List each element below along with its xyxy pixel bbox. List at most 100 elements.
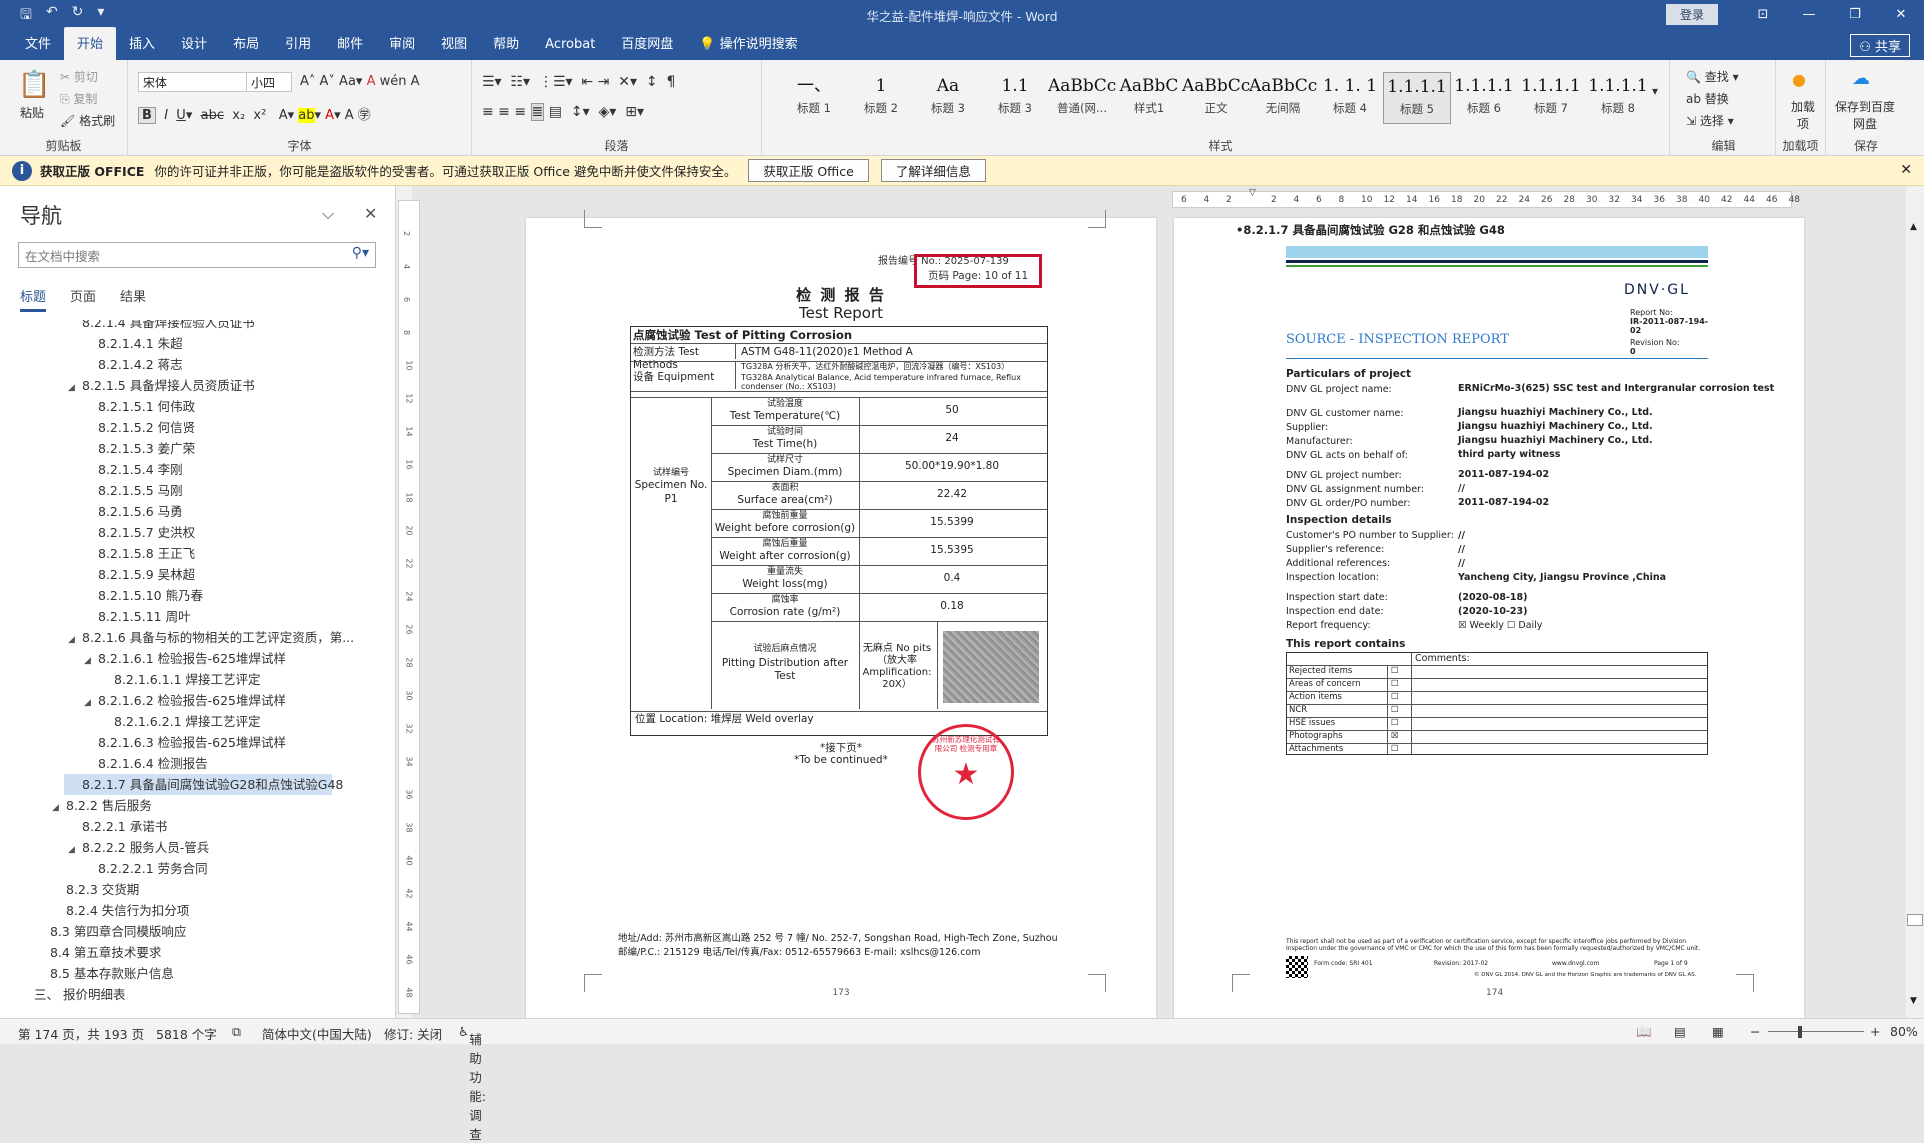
nav-item[interactable]: 8.2.1.4.1 朱超 (84, 333, 183, 354)
style-item[interactable]: 1.1.1.1 标题 8 (1584, 72, 1652, 124)
tab-3[interactable]: 设计 (168, 33, 220, 60)
zoom-level[interactable]: 80% (1890, 1024, 1918, 1039)
nav-item[interactable]: 8.2.1.5.5 马刚 (84, 480, 183, 501)
search-icon[interactable]: ⚲▾ (352, 245, 369, 261)
learn-more-button[interactable]: 了解详细信息 (880, 159, 986, 182)
zoom-slider[interactable] (1768, 1031, 1864, 1032)
web-layout-icon[interactable]: ▦ (1712, 1024, 1724, 1039)
nav-tab-1[interactable]: 页面 (70, 286, 96, 312)
nav-search-input[interactable]: 在文档中搜索 ⚲▾ (18, 242, 376, 268)
style-item[interactable]: 1.1.1.1 标题 6 (1450, 72, 1518, 124)
nav-item[interactable]: 8.5 基本存款账户信息 (36, 963, 174, 984)
style-item[interactable]: Aa 标题 3 (914, 72, 982, 124)
zoom-slider-thumb[interactable] (1798, 1026, 1802, 1038)
get-office-button[interactable]: 获取正版 Office (748, 159, 869, 182)
nav-tab-2[interactable]: 结果 (120, 286, 146, 312)
scroll-up-icon[interactable]: ▲ (1910, 222, 1917, 232)
style-item[interactable]: AaBbC 样式1 (1115, 72, 1183, 124)
nav-item[interactable]: 8.2.1.5.1 何伟政 (84, 396, 195, 417)
nav-item[interactable]: ◢ 8.2.1.5 具备焊接人员资质证书 (68, 375, 255, 396)
copy-button[interactable]: ⎘ 复制 (60, 90, 97, 107)
word-count[interactable]: 5818 个字 (156, 1024, 217, 1043)
language-status[interactable]: 简体中文(中国大陆) (262, 1024, 372, 1043)
nav-item[interactable]: 8.2.1.5.4 李刚 (84, 459, 183, 480)
nav-item[interactable]: 8.2.1.6.1.1 焊接工艺评定 (100, 669, 261, 690)
tab-9[interactable]: 帮助 (480, 33, 532, 60)
nav-item[interactable]: 8.2.1.6.3 检验报告-625堆焊试样 (84, 732, 286, 753)
find-button[interactable]: 🔍 查找 ▾ (1686, 68, 1739, 85)
nav-item[interactable]: 8.4 第五章技术要求 (36, 942, 161, 963)
style-item[interactable]: 1.1.1.1 标题 7 (1517, 72, 1585, 124)
scroll-down-icon[interactable]: ▼ (1910, 996, 1917, 1006)
nav-item[interactable]: 8.2.3 交货期 (52, 879, 139, 900)
document-scrollbar[interactable]: ▲ ▼ (1906, 186, 1924, 1018)
share-button[interactable]: ⚇ 共享 (1850, 34, 1910, 57)
style-item[interactable]: 1 标题 2 (847, 72, 915, 124)
style-item[interactable]: 1.1 标题 3 (981, 72, 1049, 124)
nav-item[interactable]: ◢ 8.2.1.6.1 检验报告-625堆焊试样 (84, 648, 286, 669)
align-buttons[interactable]: ≡ ≡ ≡ ≣ ▤ ↕▾ ◈▾ ⊞▾ (482, 103, 644, 121)
nav-item[interactable]: 8.2.1.6.2.1 焊接工艺评定 (100, 711, 261, 732)
indent-marker-icon[interactable]: ▽ (1249, 188, 1256, 198)
accessibility-status[interactable]: ♿ 辅助功能: 调查 (458, 1024, 486, 1142)
zoom-in-icon[interactable]: + (1870, 1024, 1880, 1039)
font-format-buttons[interactable]: B I U▾ abc x₂ x² A▾ ab▾ A▾ A ㊫ (138, 104, 371, 124)
read-mode-icon[interactable]: 📖 (1636, 1024, 1652, 1040)
nav-item[interactable]: ◢ 8.2.1.6.2 检验报告-625堆焊试样 (84, 690, 286, 711)
addin-button[interactable]: 加载项 (1788, 98, 1818, 132)
nav-item[interactable]: 8.2.1.6.4 检测报告 (84, 753, 208, 774)
tab-12[interactable]: 💡 操作说明搜索 (686, 33, 810, 60)
nav-item[interactable]: ◢ 8.2.2.2 服务人员-管兵 (68, 837, 209, 858)
nav-item[interactable]: 8.2.1.4.2 蒋志 (84, 354, 183, 375)
tab-6[interactable]: 邮件 (324, 33, 376, 60)
expand-triangle-icon[interactable]: ◢ (84, 693, 98, 714)
nav-item[interactable]: 8.3 第四章合同模版响应 (36, 921, 186, 942)
font-size-combo[interactable]: 小四 (246, 72, 292, 92)
expand-triangle-icon[interactable]: ◢ (68, 630, 82, 651)
nav-item[interactable]: 8.2.1.5.11 周叶 (84, 606, 191, 627)
cloud-icon[interactable]: ☁ (1852, 68, 1870, 89)
nav-item[interactable]: 8.2.2.1 承诺书 (68, 816, 167, 837)
nav-item[interactable]: 8.2.4 失信行为扣分项 (52, 900, 189, 921)
nav-item[interactable]: ◢ 8.2.2 售后服务 (52, 795, 152, 816)
minimize-icon[interactable]: — (1786, 7, 1832, 22)
tab-4[interactable]: 布局 (220, 33, 272, 60)
proofing-icon[interactable]: ⧉ (232, 1024, 241, 1040)
page-count[interactable]: 第 174 页，共 193 页 (18, 1024, 144, 1043)
tab-1[interactable]: 开始 (64, 27, 117, 60)
nav-item[interactable]: 8.2.1.5.8 王正飞 (84, 543, 195, 564)
track-changes-status[interactable]: 修订: 关闭 (384, 1024, 442, 1043)
tab-2[interactable]: 插入 (116, 33, 168, 60)
print-layout-icon[interactable]: ▤ (1674, 1024, 1686, 1039)
style-item[interactable]: AaBbCcI 普通(网... (1048, 72, 1116, 124)
addin-icon[interactable]: ● (1792, 70, 1806, 89)
style-item[interactable]: AaBbCcDdI正文 (1182, 72, 1250, 124)
expand-triangle-icon[interactable]: ◢ (68, 378, 82, 399)
tab-5[interactable]: 引用 (272, 33, 324, 60)
list-buttons[interactable]: ☰▾ ☷▾ ⋮☰▾ ⇤ ⇥ ✕▾ ↕ ¶ (482, 74, 675, 90)
nav-item[interactable]: 8.2.1.5.3 姜广荣 (84, 438, 195, 459)
nav-item[interactable]: 三、 报价明细表 (20, 984, 125, 1005)
nav-item[interactable]: 8.2.1.5.9 吴林超 (84, 564, 195, 585)
nav-item[interactable]: 8.2.1.7 具备晶间腐蚀试验G28和点蚀试验G48 (64, 774, 343, 795)
nav-item[interactable]: 8.2.1.5.7 史洪权 (84, 522, 195, 543)
close-icon[interactable]: ✕ (1878, 7, 1924, 22)
nav-item[interactable]: 8.2.2.2.1 劳务合同 (84, 858, 208, 879)
nav-tab-0[interactable]: 标题 (20, 286, 47, 312)
tab-8[interactable]: 视图 (428, 33, 480, 60)
tab-7[interactable]: 审阅 (376, 33, 428, 60)
font-name-combo[interactable]: 宋体 (138, 72, 250, 92)
tab-11[interactable]: 百度网盘 (608, 33, 686, 60)
paste-icon[interactable]: 📋 (18, 70, 50, 100)
tab-10[interactable]: Acrobat (532, 37, 608, 60)
style-item[interactable]: 一、 标题 1 (780, 72, 848, 124)
style-item[interactable]: AaBbCcDdI无间隔 (1249, 72, 1317, 124)
cut-button[interactable]: ✂ 剪切 (60, 68, 98, 85)
save-to-baidu-button[interactable]: 保存到百度网盘 (1834, 98, 1896, 132)
close-infobar-icon[interactable]: ✕ (1900, 162, 1912, 178)
format-painter-button[interactable]: 🖌 格式刷 (60, 112, 115, 129)
scroll-thumb[interactable] (1907, 914, 1923, 926)
zoom-out-icon[interactable]: − (1750, 1024, 1760, 1039)
nav-item[interactable]: 8.2.1.5.10 熊乃春 (84, 585, 203, 606)
paste-button[interactable]: 粘贴 (20, 104, 44, 121)
